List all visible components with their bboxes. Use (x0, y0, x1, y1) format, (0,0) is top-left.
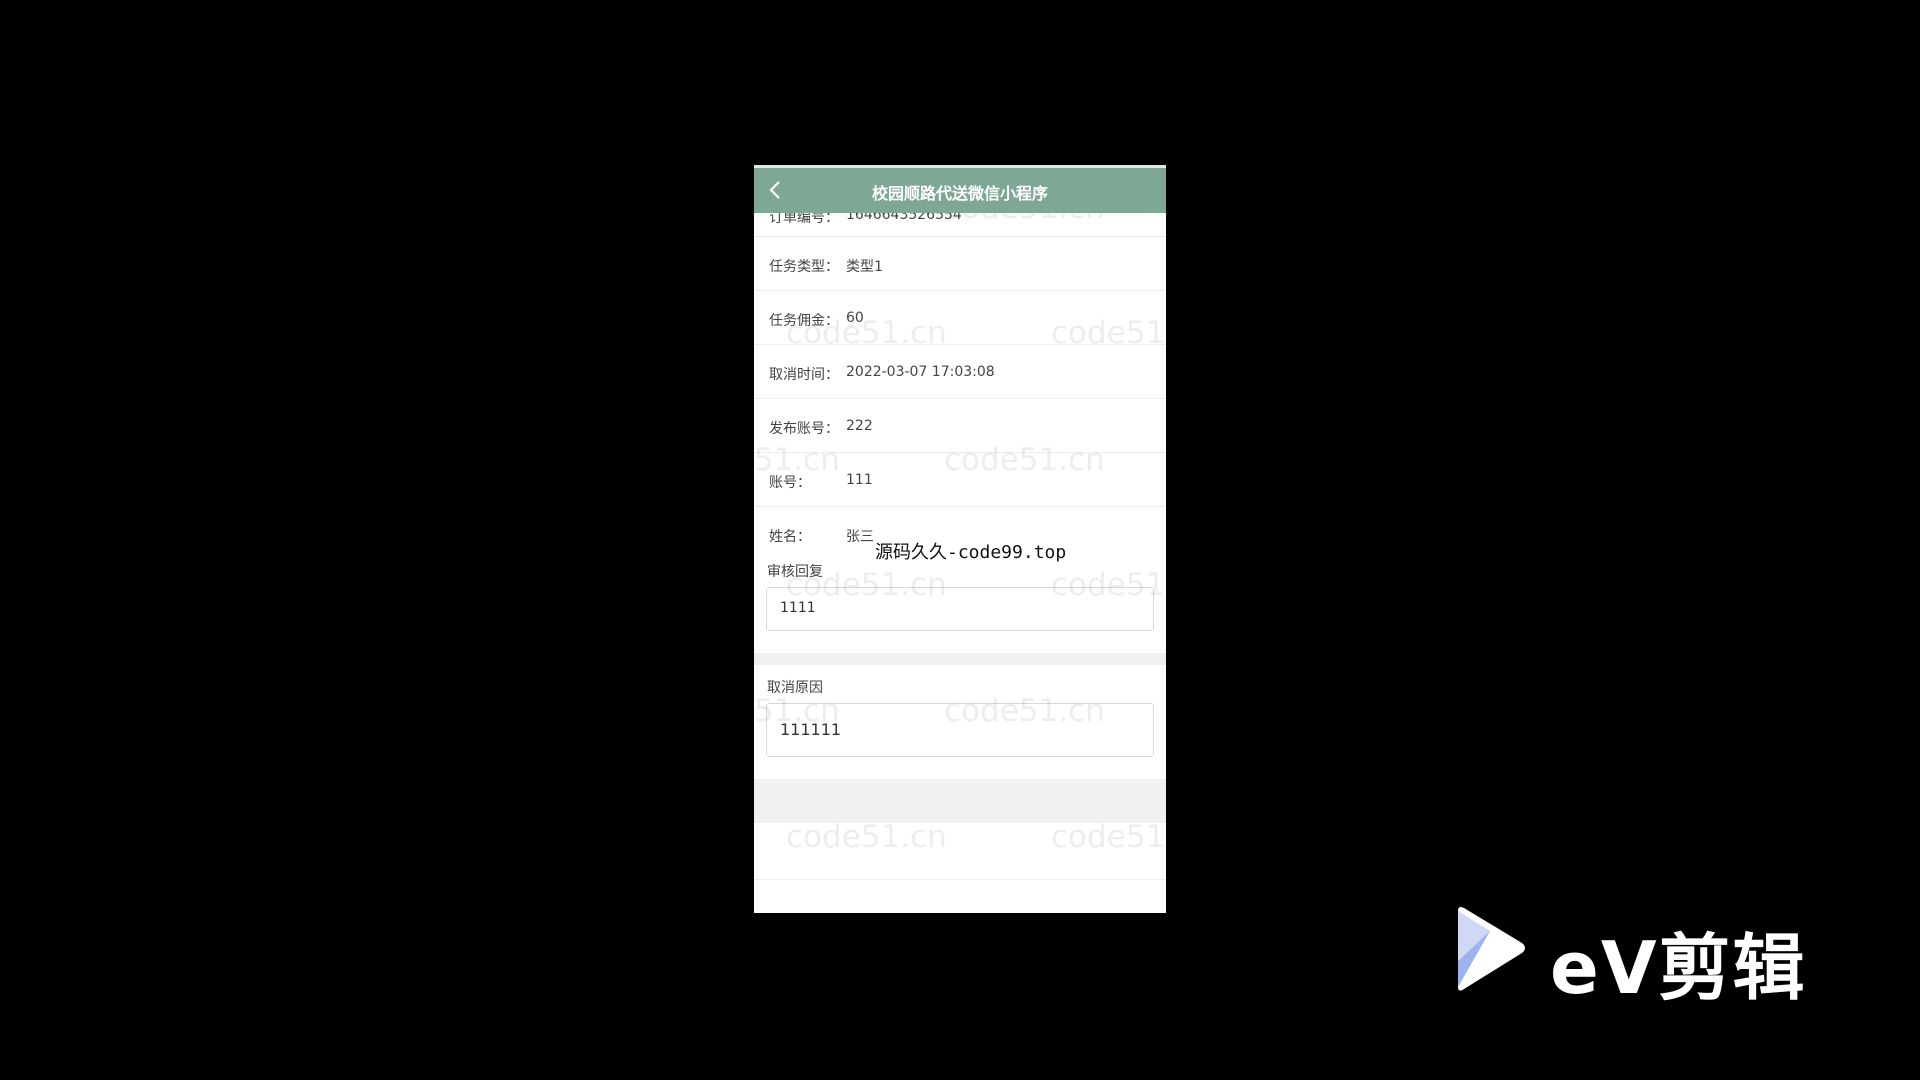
row-value: 111 (846, 472, 873, 488)
row-label: 姓名： (769, 529, 811, 545)
detail-row-publisher: 发布账号： 222 (754, 399, 1166, 453)
nav-bar: 校园顺路代送微信小程序 (754, 165, 1166, 213)
detail-row-commission: 任务佣金： 60 (754, 291, 1166, 345)
detail-row-task-type: 任务类型： 类型1 (754, 237, 1166, 291)
row-label: 账号： (769, 475, 811, 491)
row-value: 2022-03-07 17:03:08 (846, 364, 995, 380)
row-label: 订单编号： (769, 213, 839, 226)
detail-row-order-no: 订单编号： 1646643526554 (754, 213, 1166, 237)
overlay-watermark-text: 源码久久-code99.top (875, 542, 1067, 563)
cancel-reason-label: 取消原因 (767, 680, 823, 696)
row-value: 60 (846, 310, 864, 326)
row-label: 发布账号： (769, 421, 839, 437)
page-title: 校园顺路代送微信小程序 (871, 184, 1048, 203)
button-area (754, 779, 1166, 823)
row-value: 张三 (846, 529, 874, 545)
section-divider (754, 653, 1166, 665)
review-reply-label: 审核回复 (767, 564, 823, 580)
bottom-bar (754, 823, 1166, 880)
row-label: 取消时间： (769, 367, 839, 383)
ev-editor-logo: eV剪辑 (1450, 905, 1830, 1010)
cancel-reason-field[interactable]: 111111 (766, 703, 1154, 757)
review-reply-field[interactable]: 1111 (766, 587, 1154, 631)
detail-row-cancel-time: 取消时间： 2022-03-07 17:03:08 (754, 345, 1166, 399)
row-label: 任务类型： (769, 259, 839, 275)
row-value: 类型1 (846, 259, 883, 275)
play-logo-icon (1450, 905, 1530, 995)
row-label: 任务佣金： (769, 313, 839, 329)
row-value: 222 (846, 418, 873, 434)
logo-text: eV剪辑 (1550, 926, 1807, 1010)
row-value: 1646643526554 (846, 213, 962, 223)
detail-row-account: 账号： 111 (754, 453, 1166, 507)
